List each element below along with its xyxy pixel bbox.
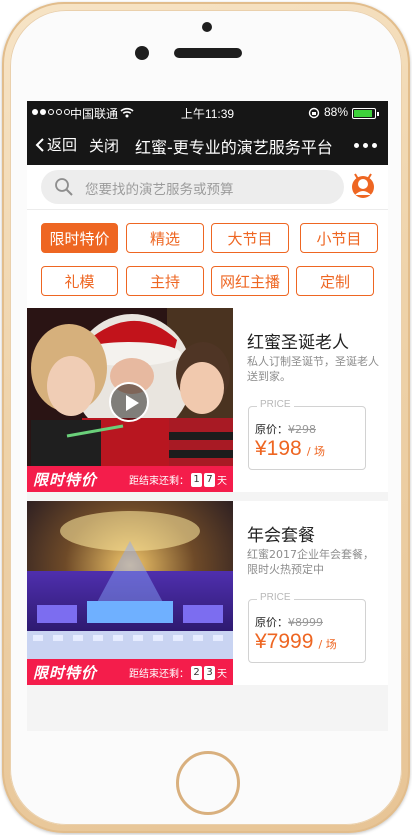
chevron-left-icon — [35, 137, 44, 152]
price-tag: PRICE — [257, 399, 294, 410]
sale-price: ¥7999 / 场 — [255, 630, 337, 654]
sale-label: 限时特价 — [33, 664, 98, 682]
product-card-santa[interactable]: 限时特价 距结束还剩： 1 7 天 红蜜圣诞老人 私人订制圣诞节，圣诞老人送到家… — [27, 308, 388, 492]
user-avatar-icon[interactable] — [351, 173, 375, 200]
stage-photo — [27, 501, 233, 685]
original-price: 原价：¥8999 — [255, 614, 323, 630]
price-box: PRICE 原价：¥8999 ¥7999 / 场 — [248, 592, 366, 663]
product-title: 年会套餐 — [247, 526, 315, 546]
countdown-digit: 3 — [204, 665, 215, 680]
countdown: 距结束还剩： 2 3 天 — [129, 665, 227, 680]
original-price-label: 原价： — [255, 423, 288, 436]
battery-icon — [352, 108, 379, 119]
search-bar: 您要找的演艺服务或预算 — [27, 165, 388, 210]
category-tab-featured[interactable]: 精选 — [126, 223, 204, 253]
product-image-santa[interactable]: 限时特价 距结束还剩： 1 7 天 — [27, 308, 233, 492]
proximity-sensor — [202, 22, 212, 32]
nav-bar: 返回 关闭 红蜜-更专业的演艺服务平台 — [27, 125, 388, 165]
category-tab-small-shows[interactable]: 小节目 — [300, 223, 378, 253]
countdown: 距结束还剩： 1 7 天 — [129, 472, 227, 487]
sale-price-unit: / 场 — [306, 445, 326, 458]
search-input[interactable]: 您要找的演艺服务或预算 — [41, 170, 344, 204]
app-screen: 中国联通 上午11:39 88% 返回 关闭 红蜜-更专业的演艺服务平台 您要找… — [27, 101, 388, 731]
countdown-digit: 2 — [191, 665, 202, 680]
page-title: 红蜜-更专业的演艺服务平台 — [135, 138, 333, 157]
search-placeholder: 您要找的演艺服务或预算 — [85, 182, 234, 198]
original-price-value: ¥8999 — [288, 616, 323, 629]
original-price-label: 原价： — [255, 616, 288, 629]
product-description: 私人订制圣诞节，圣诞老人送到家。 — [247, 355, 379, 383]
price-tag: PRICE — [257, 592, 294, 603]
price-box: PRICE 原价：¥298 ¥198 / 场 — [248, 399, 366, 470]
product-title: 红蜜圣诞老人 — [247, 333, 349, 353]
category-tab-models[interactable]: 礼模 — [41, 266, 118, 296]
countdown-digit: 1 — [191, 472, 202, 487]
category-tab-limited-sale[interactable]: 限时特价 — [41, 223, 118, 253]
rotation-lock-icon — [308, 107, 320, 119]
category-tab-influencers[interactable]: 网红主播 — [211, 266, 289, 296]
product-card-annual-party[interactable]: 限时特价 距结束还剩： 2 3 天 年会套餐 红蜜2017企业年会套餐，限时火热… — [27, 501, 388, 685]
category-tab-big-shows[interactable]: 大节目 — [211, 223, 289, 253]
earpiece-speaker — [174, 48, 242, 58]
search-icon — [55, 178, 73, 196]
product-image-annual-party[interactable]: 限时特价 距结束还剩： 2 3 天 — [27, 501, 233, 685]
home-button[interactable] — [176, 751, 240, 815]
countdown-unit: 天 — [217, 476, 227, 487]
original-price-value: ¥298 — [288, 423, 316, 436]
sale-price: ¥198 / 场 — [255, 437, 325, 461]
play-video-button[interactable] — [109, 382, 149, 422]
back-label: 返回 — [47, 136, 78, 154]
sale-price-amount: ¥198 — [255, 437, 302, 460]
sale-price-unit: / 场 — [318, 638, 337, 651]
countdown-label: 距结束还剩： — [129, 669, 189, 680]
sale-banner: 限时特价 距结束还剩： 2 3 天 — [27, 659, 233, 685]
status-bar: 中国联通 上午11:39 88% — [27, 101, 388, 125]
product-description: 红蜜2017企业年会套餐，限时火热预定中 — [247, 548, 374, 576]
sale-banner: 限时特价 距结束还剩： 1 7 天 — [27, 466, 233, 492]
countdown-label: 距结束还剩： — [129, 476, 189, 487]
front-camera — [135, 46, 149, 60]
close-button[interactable]: 关闭 — [89, 135, 119, 156]
battery-percent: 88% — [324, 105, 349, 119]
sale-price-amount: ¥7999 — [255, 630, 314, 653]
countdown-digit: 7 — [204, 472, 215, 487]
sale-label: 限时特价 — [33, 471, 98, 489]
countdown-unit: 天 — [217, 669, 227, 680]
original-price: 原价：¥298 — [255, 421, 316, 437]
category-tab-hosts[interactable]: 主持 — [126, 266, 204, 296]
back-button[interactable]: 返回 — [35, 134, 77, 155]
more-menu-button[interactable] — [354, 143, 377, 148]
category-tab-custom[interactable]: 定制 — [296, 266, 374, 296]
